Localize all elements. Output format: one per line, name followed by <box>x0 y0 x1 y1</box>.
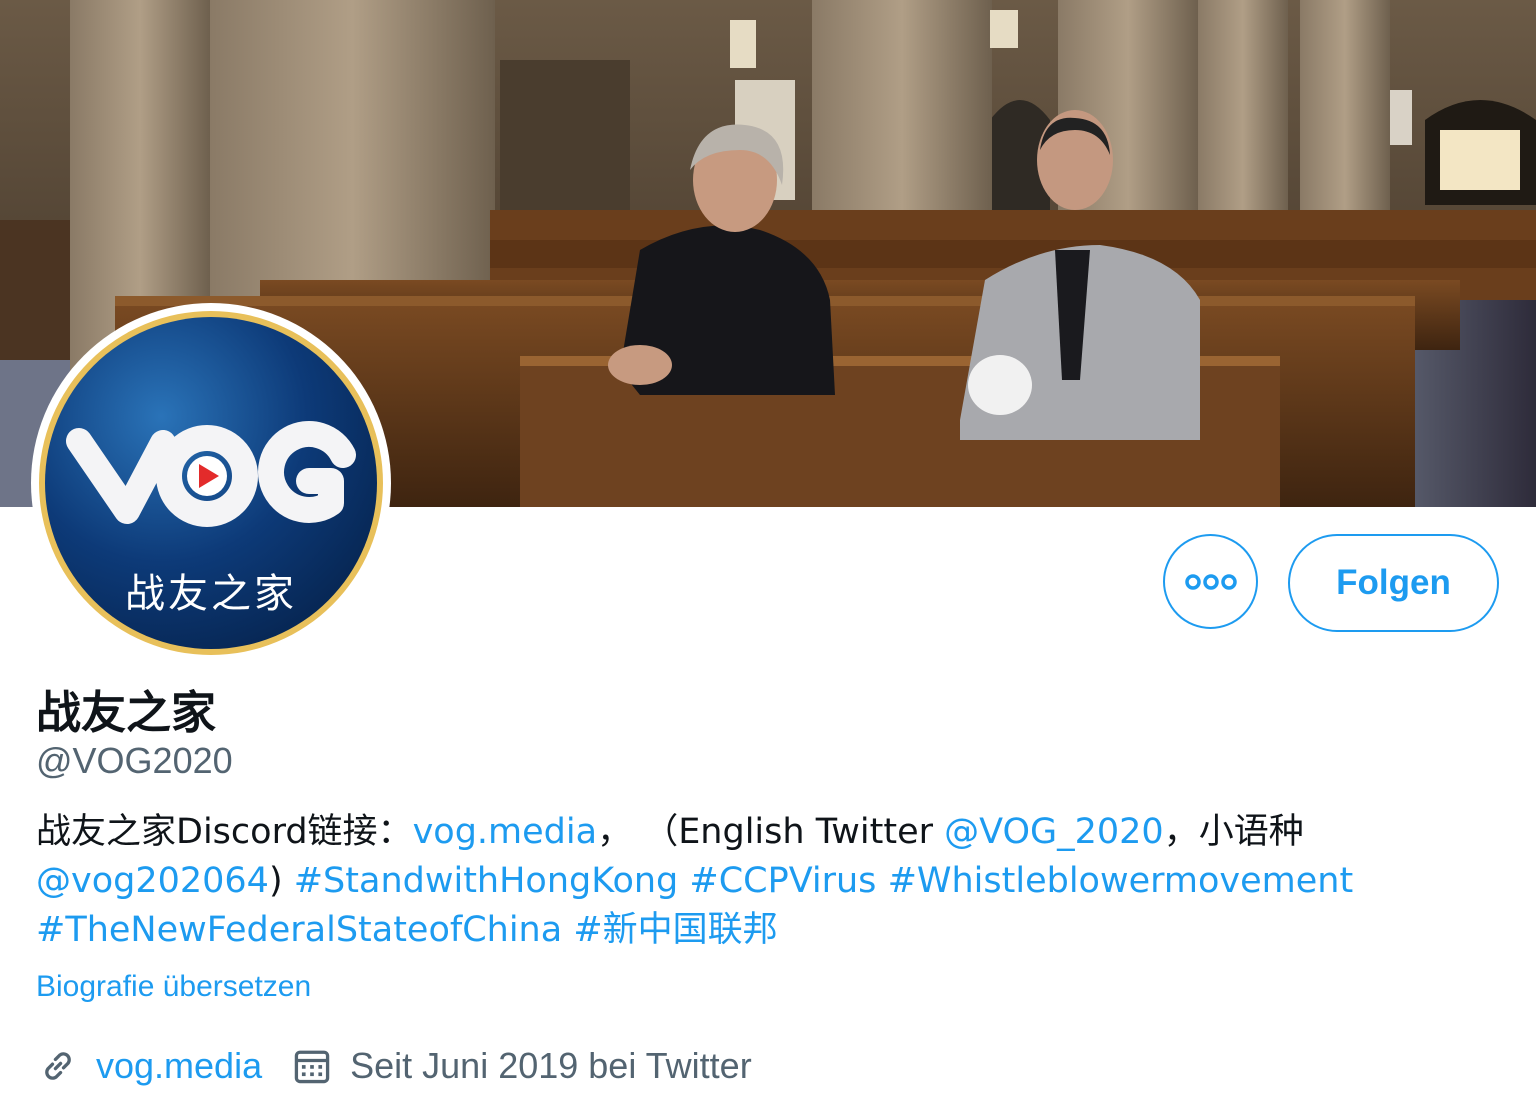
bio-mention-vog202064[interactable]: @vog202064 <box>36 861 269 901</box>
bio-line-3: #TheNewFederalStateofChina #新中国联邦 <box>36 906 1456 955</box>
bio-link-vog-media[interactable]: vog.media <box>413 812 598 852</box>
profile-avatar[interactable]: 战友之家 <box>31 303 391 663</box>
website-link[interactable]: vog.media <box>96 1045 262 1087</box>
display-name: 战友之家 <box>36 686 217 739</box>
joined-date: Seit Juni 2019 bei Twitter <box>350 1045 752 1086</box>
profile-bio: 战友之家Discord链接：vog.media， （English Twitte… <box>36 808 1456 955</box>
more-dots-icon <box>1184 573 1237 590</box>
profile-meta: vog.media Seit Juni 2019 bei Twitter <box>36 1040 752 1092</box>
hashtag-new-federal-state-cn[interactable]: #新中国联邦 <box>573 910 777 950</box>
translate-bio-link[interactable]: Biografie übersetzen <box>36 970 311 1004</box>
bio-line-1: 战友之家Discord链接：vog.media， （English Twitte… <box>36 808 1456 857</box>
more-options-button[interactable] <box>1163 534 1258 629</box>
bio-line-2: @vog202064) #StandwithHongKong #CCPVirus… <box>36 857 1456 906</box>
link-icon <box>45 1052 71 1080</box>
bio-text: ， （English Twitter <box>597 812 945 852</box>
hashtag-ccpvirus[interactable]: #CCPVirus <box>689 861 876 901</box>
hashtag-whistleblowermovement[interactable]: #Whistleblowermovement <box>888 861 1354 901</box>
bio-text: ，小语种 <box>1163 812 1304 852</box>
handle: @VOG2020 <box>36 740 233 781</box>
follow-button[interactable]: Folgen <box>1288 534 1499 632</box>
avatar-caption: 战友之家 <box>125 571 297 617</box>
hashtag-standwithhongkong[interactable]: #StandwithHongKong <box>294 861 679 901</box>
bio-text: ) <box>268 861 294 901</box>
hashtag-thenewfederalstateofchina[interactable]: #TheNewFederalStateofChina <box>36 910 562 950</box>
bio-mention-vog-2020[interactable]: @VOG_2020 <box>944 812 1164 852</box>
calendar-icon <box>294 1050 330 1084</box>
bio-text: 战友之家Discord链接： <box>36 812 413 852</box>
